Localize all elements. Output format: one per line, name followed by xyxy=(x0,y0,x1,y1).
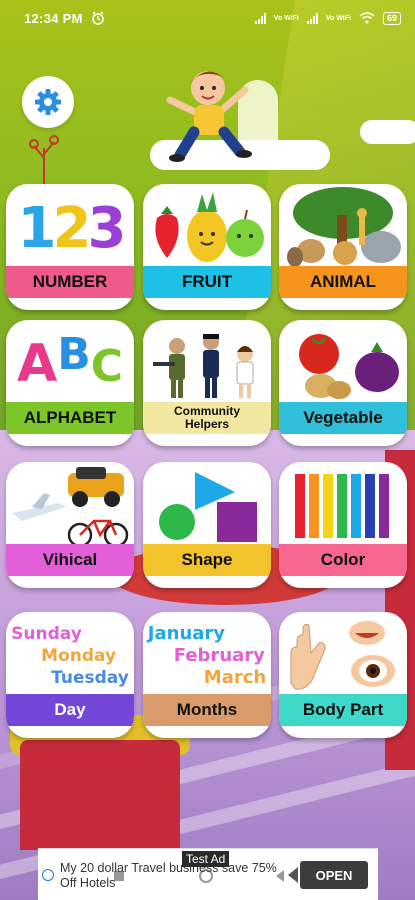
category-label: ANIMAL xyxy=(279,266,407,298)
signal-icon-2 xyxy=(306,12,318,24)
category-label: Vihical xyxy=(6,544,134,576)
category-label: Body Part xyxy=(279,694,407,726)
alphabet-illustration: ABC xyxy=(16,329,124,394)
category-label: Vegetable xyxy=(279,402,407,434)
day-text-sunday: Sunday xyxy=(11,624,82,644)
category-label: Community Helpers xyxy=(143,402,271,434)
category-label: FRUIT xyxy=(143,266,271,298)
month-text-february: February xyxy=(173,645,265,666)
status-time: 12:34 PM xyxy=(24,10,83,26)
open-button[interactable]: OPEN xyxy=(300,861,368,889)
category-card-animal[interactable]: ANIMAL xyxy=(279,184,407,310)
category-card-vihical[interactable]: Vihical xyxy=(6,462,134,588)
category-label-line-2: Helpers xyxy=(184,417,230,431)
category-card-day[interactable]: Sunday Monday Tuesday Day xyxy=(6,612,134,738)
battery-indicator: 69 xyxy=(382,11,401,25)
month-text-january: January xyxy=(147,623,226,644)
animals-illustration xyxy=(279,184,407,272)
category-label: ALPHABET xyxy=(6,402,134,434)
numbers-illustration: 123 xyxy=(17,195,127,261)
alarm-icon xyxy=(92,11,104,25)
shapes-illustration xyxy=(143,462,271,550)
category-card-number[interactable]: 123 NUMBER xyxy=(6,184,134,310)
month-text-march: March xyxy=(203,667,267,688)
category-label: Months xyxy=(143,694,271,726)
community-helpers-illustration xyxy=(143,320,271,408)
network-label-2: Vo WiFi xyxy=(325,14,351,22)
months-illustration: January February March xyxy=(143,612,271,700)
category-label: Color xyxy=(279,544,407,576)
category-card-community-helpers[interactable]: Community Helpers xyxy=(143,320,271,446)
body-parts-illustration xyxy=(279,612,407,700)
day-text-tuesday: Tuesday xyxy=(51,668,129,688)
category-label: Shape xyxy=(143,544,271,576)
settings-button[interactable] xyxy=(22,76,74,128)
fruits-illustration xyxy=(143,184,271,272)
category-card-months[interactable]: January February March Months xyxy=(143,612,271,738)
network-label-1: Vo WiFi xyxy=(273,14,299,22)
wifi-icon xyxy=(359,12,375,24)
category-label: Day xyxy=(6,694,134,726)
category-label: NUMBER xyxy=(6,266,134,298)
category-card-body-part[interactable]: Body Part xyxy=(279,612,407,738)
color-stripes-illustration xyxy=(279,462,407,550)
category-card-shape[interactable]: Shape xyxy=(143,462,271,588)
vehicles-illustration xyxy=(6,462,134,550)
category-card-alphabet[interactable]: ABC ALPHABET xyxy=(6,320,134,446)
gear-icon xyxy=(35,89,61,115)
category-card-vegetable[interactable]: Vegetable xyxy=(279,320,407,446)
category-card-color[interactable]: Color xyxy=(279,462,407,588)
category-card-fruit[interactable]: FRUIT xyxy=(143,184,271,310)
signal-icon xyxy=(254,12,266,24)
test-ad-badge: Test Ad xyxy=(182,851,230,867)
days-illustration: Sunday Monday Tuesday xyxy=(6,612,134,700)
ad-choices-icon[interactable] xyxy=(42,869,54,881)
status-bar: 12:34 PM Vo WiFi Vo WiFi 69 xyxy=(0,0,415,36)
vegetables-illustration xyxy=(279,320,407,408)
navigation-bar xyxy=(114,869,284,883)
day-text-monday: Monday xyxy=(41,646,117,666)
mascot-child-illustration xyxy=(166,71,252,162)
